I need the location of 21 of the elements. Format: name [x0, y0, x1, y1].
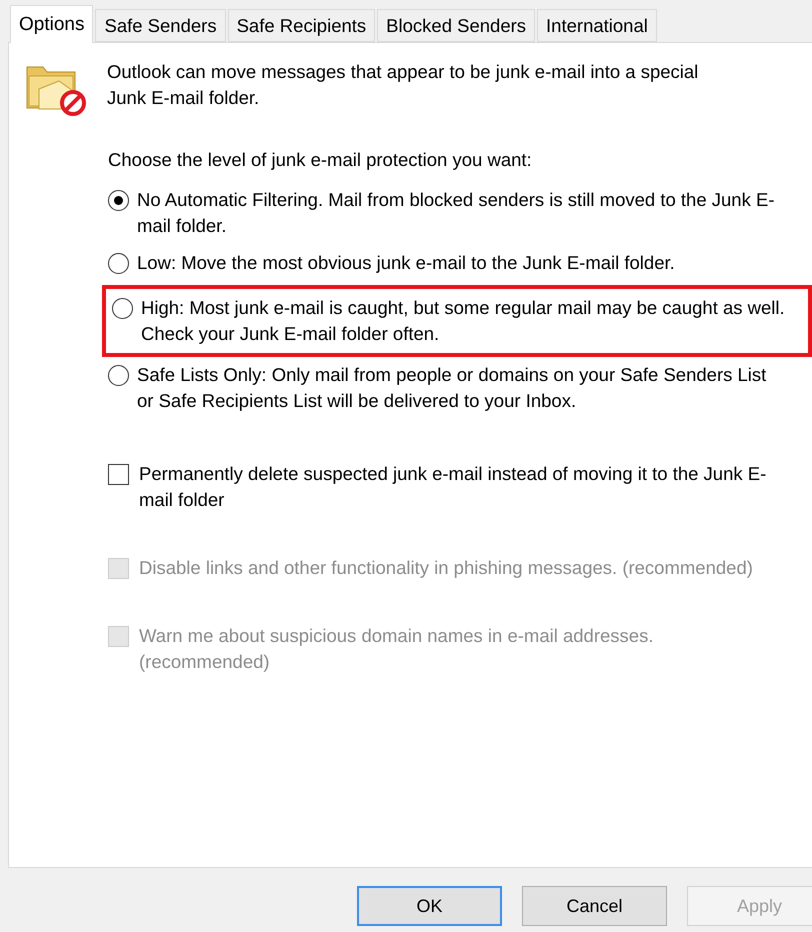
checkbox-label: Disable links and other functionality in phishing messages. (recommended) — [139, 556, 753, 580]
radio-button[interactable] — [108, 190, 129, 211]
option-label: Low: Move the most obvious junk e-mail to the Junk E-mail folder. — [137, 251, 675, 275]
radio-button[interactable] — [108, 253, 129, 274]
checkbox-label: Warn me about suspicious domain names in e-mail addresses. (recommended) — [139, 624, 654, 674]
option-label: No Automatic Filtering. Mail from blocked senders is still moved to the Junk E-mail folder. — [137, 188, 776, 238]
dialog-button[interactable]: Cancel — [522, 886, 667, 926]
tab[interactable]: Safe Recipients — [228, 9, 376, 42]
dialog-button[interactable]: OK — [357, 886, 502, 926]
option-label: High: Most junk e-mail is caught, but some regular mail may be caught as well. Check your Junk E-mail folder often. — [141, 296, 786, 346]
tab[interactable]: Options — [10, 5, 94, 43]
intro-text: Outlook can move messages that appear to be junk e-mail into a special Junk E-mail folder. — [107, 60, 700, 110]
radio-button[interactable] — [108, 365, 129, 386]
tab[interactable]: Safe Senders — [95, 9, 226, 42]
checkbox[interactable] — [108, 464, 129, 485]
tab[interactable]: Blocked Senders — [377, 9, 536, 42]
checkbox-label: Permanently delete suspected junk e-mail instead of moving it to the Junk E-mail folder — [139, 462, 768, 512]
level-prompt: Choose the level of junk e-mail protection you want: — [108, 148, 533, 172]
tab[interactable]: International — [537, 9, 657, 42]
radio-button[interactable] — [112, 298, 133, 319]
option-label: Safe Lists Only: Only mail from people or domains on your Safe Senders List or Safe Recipients List will be delivered to your Inbox. — [137, 363, 768, 413]
